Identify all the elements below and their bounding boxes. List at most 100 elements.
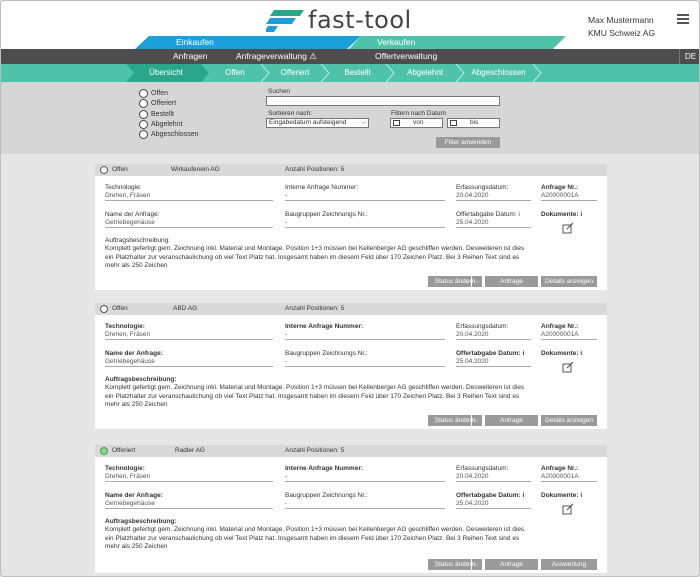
label-dokumente: Dokumente: i: [541, 492, 582, 499]
label-technologie: Technologie:: [105, 184, 142, 191]
edit-document-icon[interactable]: [562, 503, 574, 515]
value-erfassungsdatum: 20.04.2020: [456, 331, 531, 340]
label-dokumente-text: Dokumente:: [541, 350, 579, 357]
radio-offeriert[interactable]: Offeriert: [139, 99, 176, 108]
value-interne-nr: -: [285, 473, 445, 482]
status-steps: Übersicht Offen Offeriert Bestellt Abgel…: [1, 64, 699, 82]
request-card: Offen ABD AG Anzahl Positionen: 5 Techno…: [95, 303, 607, 429]
anfrage-button[interactable]: Anfrage: [485, 276, 538, 287]
section-bar: Einkaufen Verkaufen Anfragen Anfrageverw…: [1, 36, 699, 64]
label-technologie: Technologie:: [105, 465, 145, 472]
auswertung-button[interactable]: Auswertung: [541, 559, 597, 570]
date-to-placeholder: bis: [470, 119, 479, 126]
nav-anfragen[interactable]: Anfragen: [173, 51, 208, 61]
info-icon[interactable]: i: [522, 492, 524, 499]
label-anfrage-nr: Anfrage Nr.:: [541, 184, 579, 191]
value-offertabgabe: 25.04.2020: [456, 500, 531, 509]
edit-document-icon[interactable]: [562, 222, 574, 234]
label-technologie: Technologie:: [105, 323, 145, 330]
label-erfassungsdatum: Erfassungsdatum:: [456, 184, 509, 191]
logo-icon: [266, 10, 304, 32]
step-offen[interactable]: Offen: [209, 64, 261, 82]
radio-abgelehnt-label: Abgelehnt: [151, 121, 183, 128]
radio-offeriert-label: Offeriert: [151, 100, 177, 107]
sort-label: Sortieren nach:: [268, 110, 313, 117]
calendar-icon: [450, 120, 457, 126]
sort-select[interactable]: Eingabedatum aufsteigend ⌵: [266, 118, 369, 128]
value-technologie: Drehen, Fräsen: [105, 473, 273, 482]
step-abgelehnt[interactable]: Abgelehnt: [394, 64, 456, 82]
value-description: Komplett gefertigt gem. Zeichnung inkl. …: [105, 245, 525, 269]
value-erfassungsdatum: 20.04.2020: [456, 192, 531, 201]
radio-abgeschlossen-label: Abgeschlossen: [151, 131, 199, 138]
step-abgeschlossen[interactable]: Abgeschlossen: [464, 64, 533, 82]
section-verkaufen[interactable]: Verkaufen: [377, 37, 415, 47]
details-button[interactable]: Details anzeigen: [541, 415, 597, 426]
value-name-anfrage: Getriebegehäuse: [105, 219, 273, 228]
card-header: Offeriert Radler AG Anzahl Positionen: 5: [95, 445, 607, 457]
logo[interactable]: fast-tool: [266, 6, 412, 34]
radio-offen-label: Offen: [151, 90, 168, 97]
anfrage-button[interactable]: Anfrage: [485, 559, 538, 570]
nav-offertverwaltung[interactable]: Offertverwaltung: [375, 51, 437, 61]
search-input[interactable]: [266, 96, 500, 106]
nav-anfrageverwaltung[interactable]: Anfrageverwaltung ⚠: [236, 51, 317, 62]
edit-document-icon[interactable]: [562, 361, 574, 373]
info-icon[interactable]: i: [580, 492, 582, 499]
value-name-anfrage: Getriebegehäuse: [105, 500, 273, 509]
step-uebersicht[interactable]: Übersicht: [131, 64, 201, 82]
details-button[interactable]: Details anzeigen: [541, 276, 597, 287]
value-description: Komplett gefertigt gem. Zeichnung inkl. …: [105, 384, 525, 408]
apply-filter-button[interactable]: Filter anwenden: [436, 137, 500, 148]
label-baugruppen: Baugruppen Zeichnungs Nr.:: [285, 211, 368, 218]
radio-abgelehnt[interactable]: Abgelehnt: [139, 120, 183, 129]
info-icon[interactable]: i: [522, 350, 524, 357]
chevron-down-icon: ⌵: [361, 119, 366, 126]
radio-abgeschlossen[interactable]: Abgeschlossen: [139, 130, 198, 139]
info-icon[interactable]: i: [518, 211, 519, 218]
value-offertabgabe: 25.04.2020: [456, 358, 531, 367]
status-change-button[interactable]: Status ändern ⌵: [428, 276, 482, 287]
value-technologie: Drehen, Fräsen: [105, 331, 273, 340]
user-name: Max Mustermann: [588, 15, 654, 25]
status-indicator: [100, 166, 108, 174]
date-from-input[interactable]: von: [390, 118, 443, 128]
step-bestellt[interactable]: Bestellt: [329, 64, 386, 82]
status-change-button[interactable]: Status ändern ⌵: [428, 415, 482, 426]
info-icon[interactable]: i: [580, 211, 582, 218]
value-interne-nr: -: [285, 192, 445, 201]
label-baugruppen: Baugruppen Zeichnungs Nr.:: [285, 492, 368, 499]
filter-panel: Offen Offeriert Bestellt Abgelehnt Abges…: [1, 82, 699, 154]
language-switch[interactable]: DE: [679, 49, 699, 64]
anfrage-button[interactable]: Anfrage: [485, 415, 538, 426]
label-anfrage-nr: Anfrage Nr.:: [541, 323, 579, 330]
label-offertabgabe: Offertabgabe Datum: i: [456, 492, 524, 499]
date-to-input[interactable]: bis: [447, 118, 500, 128]
label-dokumente-text: Dokumente:: [541, 492, 579, 499]
status-change-button[interactable]: Status ändern ⌵: [428, 559, 482, 570]
calendar-icon: [393, 120, 400, 126]
menu-icon[interactable]: [677, 14, 689, 24]
value-erfassungsdatum: 20.04.2020: [456, 473, 531, 482]
label-anfrage-nr: Anfrage Nr.:: [541, 465, 579, 472]
radio-offen[interactable]: Offen: [139, 89, 168, 98]
status-change-label: Status ändern: [434, 561, 476, 568]
value-baugruppen: -: [285, 219, 445, 228]
info-icon[interactable]: i: [580, 350, 582, 357]
chevron-down-icon: ⌵: [471, 415, 482, 426]
step-offeriert[interactable]: Offeriert: [269, 64, 321, 82]
radio-bestellt[interactable]: Bestellt: [139, 110, 174, 119]
section-einkaufen[interactable]: Einkaufen: [176, 37, 214, 47]
card-positions: Anzahl Positionen: 5: [285, 166, 345, 173]
card-status: Offen: [112, 305, 128, 312]
value-baugruppen: -: [285, 500, 445, 509]
chevron-down-icon: ⌵: [471, 276, 482, 287]
app-frame: fast-tool Max Mustermann KMU Schweiz AG …: [0, 0, 700, 577]
label-name-anfrage: Name der Anfrage:: [105, 350, 163, 357]
card-positions: Anzahl Positionen: 5: [285, 305, 345, 312]
label-auftrag: Auftragsbeschreibung:: [105, 376, 177, 383]
label-name-anfrage: Name der Anfrage:: [105, 492, 163, 499]
date-filter-label: Filtern nach Datum: [391, 110, 446, 117]
card-status: Offeriert: [112, 447, 136, 454]
sort-select-value: Eingabedatum aufsteigend: [269, 119, 347, 126]
